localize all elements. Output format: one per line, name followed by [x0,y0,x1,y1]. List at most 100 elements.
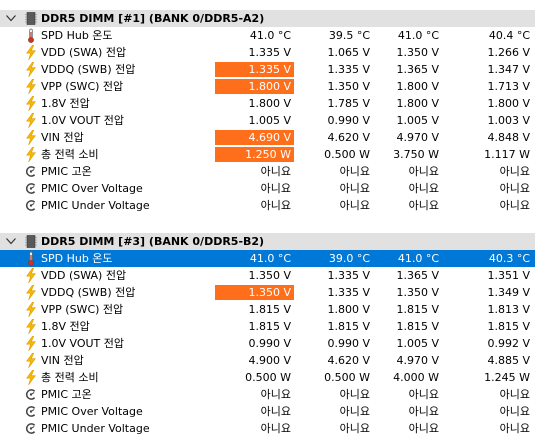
sensor-label: PMIC Over Voltage [41,182,143,195]
current-value: 아니요 [260,405,291,418]
thermometer-icon [25,28,37,43]
lightning-icon [25,301,37,318]
max-value: 1.350 V [396,46,439,59]
average-value: 4.848 V [487,131,530,144]
min-value: 아니요 [339,405,370,418]
current-value: 0.990 V [248,337,291,350]
sensor-row[interactable]: VDD (SWA) 전압 1.335 V 1.065 V 1.350 V 1.266 V [0,44,535,61]
max-value: 아니요 [408,388,439,401]
dimm-group-1: DDR5 DIMM [#1] (BANK 0/DDR5-A2) SPD Hub 온… [0,10,535,214]
current-value: 1.800 V [215,79,294,94]
max-value: 1.815 V [396,320,439,333]
lightning-icon [25,61,37,78]
average-value: 1.117 W [484,148,530,161]
sensor-label: PMIC Under Voltage [41,422,150,435]
chevron-down-icon[interactable] [5,12,17,24]
max-value: 4.970 V [396,131,439,144]
current-value: 아니요 [260,182,291,195]
min-value: 0.500 W [324,148,370,161]
min-value: 1.800 V [327,303,370,316]
current-value: 41.0 °C [249,29,291,42]
max-value: 아니요 [408,199,439,212]
average-value: 1.813 V [487,303,530,316]
min-value: 아니요 [339,182,370,195]
group-header[interactable]: DDR5 DIMM [#1] (BANK 0/DDR5-A2) [0,10,535,27]
min-value: 1.335 V [327,286,370,299]
current-value: 1.005 V [248,114,291,127]
sensor-row[interactable]: PMIC Over Voltage 아니요 아니요 아니요 아니요 [0,180,535,197]
min-value: 1.335 V [327,63,370,76]
sensor-row[interactable]: SPD Hub 온도 41.0 °C 39.0 °C 41.0 °C 40.3 °C [0,250,535,267]
max-value: 1.800 V [396,97,439,110]
sensor-row[interactable]: 1.0V VOUT 전압 1.005 V 0.990 V 1.005 V 1.003 V [0,112,535,129]
min-value: 4.620 V [327,354,370,367]
status-icon [25,387,37,402]
min-value: 39.0 °C [328,252,370,265]
memory-chip-icon [25,235,37,248]
current-value: 아니요 [260,388,291,401]
dimm-group-2: DDR5 DIMM [#3] (BANK 0/DDR5-B2) SPD Hub 온… [0,233,535,437]
min-value: 1.350 V [327,80,370,93]
average-value: 40.4 °C [488,29,530,42]
max-value: 4.970 V [396,354,439,367]
sensor-row[interactable]: 1.8V 전압 1.800 V 1.785 V 1.800 V 1.800 V [0,95,535,112]
sensor-row[interactable]: 1.0V VOUT 전압 0.990 V 0.990 V 1.005 V 0.992 V [0,335,535,352]
status-icon [25,181,37,196]
max-value: 1.800 V [396,80,439,93]
sensor-label: SPD Hub 온도 [41,29,113,42]
group-title: DDR5 DIMM [#3] (BANK 0/DDR5-B2) [41,235,265,248]
memory-chip-icon [25,12,37,25]
sensor-row[interactable]: VDDQ (SWB) 전압 1.335 V 1.335 V 1.365 V 1.347 … [0,61,535,78]
status-icon [25,198,37,213]
min-value: 아니요 [339,422,370,435]
average-value: 40.3 °C [488,252,530,265]
group-header[interactable]: DDR5 DIMM [#3] (BANK 0/DDR5-B2) [0,233,535,250]
sensor-row[interactable]: VDD (SWA) 전압 1.350 V 1.335 V 1.365 V 1.351 V [0,267,535,284]
sensor-label: PMIC 고온 [41,165,92,178]
min-value: 아니요 [339,165,370,178]
sensor-label: 1.0V VOUT 전압 [41,337,125,350]
sensor-label: VDDQ (SWB) 전압 [41,286,136,299]
status-icon [25,421,37,436]
sensor-row[interactable]: VPP (SWC) 전압 1.815 V 1.800 V 1.815 V 1.813 V [0,301,535,318]
status-icon [25,404,37,419]
current-value: 1.815 V [248,320,291,333]
sensor-row[interactable]: VDDQ (SWB) 전압 1.350 V 1.335 V 1.350 V 1.349 … [0,284,535,301]
sensor-row[interactable]: 1.8V 전압 1.815 V 1.815 V 1.815 V 1.815 V [0,318,535,335]
sensor-label: VIN 전압 [41,354,84,367]
lightning-icon [25,267,37,284]
average-value: 1.351 V [487,269,530,282]
sensor-row[interactable]: PMIC Over Voltage 아니요 아니요 아니요 아니요 [0,403,535,420]
sensor-row[interactable]: PMIC Under Voltage 아니요 아니요 아니요 아니요 [0,420,535,437]
sensor-label: 총 전력 소비 [41,148,99,161]
chevron-down-icon[interactable] [5,235,17,247]
average-value: 아니요 [499,165,530,178]
max-value: 아니요 [408,165,439,178]
max-value: 1.005 V [396,337,439,350]
max-value: 아니요 [408,422,439,435]
current-value: 0.500 W [245,371,291,384]
lightning-icon [25,112,37,129]
sensor-row[interactable]: 총 전력 소비 1.250 W 0.500 W 3.750 W 1.117 W [0,146,535,163]
sensor-row[interactable]: VPP (SWC) 전압 1.800 V 1.350 V 1.800 V 1.713 V [0,78,535,95]
sensor-row[interactable]: VIN 전압 4.900 V 4.620 V 4.970 V 4.885 V [0,352,535,369]
lightning-icon [25,44,37,61]
current-value: 아니요 [260,199,291,212]
min-value: 1.815 V [327,320,370,333]
max-value: 4.000 W [393,371,439,384]
sensor-label: VPP (SWC) 전압 [41,303,124,316]
min-value: 1.065 V [327,46,370,59]
sensor-row[interactable]: SPD Hub 온도 41.0 °C 39.5 °C 41.0 °C 40.4 °C [0,27,535,44]
average-value: 아니요 [499,422,530,435]
sensor-row[interactable]: 총 전력 소비 0.500 W 0.500 W 4.000 W 1.245 W [0,369,535,386]
min-value: 아니요 [339,388,370,401]
sensor-label: VDD (SWA) 전압 [41,269,127,282]
sensor-row[interactable]: PMIC Under Voltage 아니요 아니요 아니요 아니요 [0,197,535,214]
average-value: 1.713 V [487,80,530,93]
sensor-row[interactable]: PMIC 고온 아니요 아니요 아니요 아니요 [0,163,535,180]
sensor-label: 1.0V VOUT 전압 [41,114,125,127]
sensor-row[interactable]: VIN 전압 4.690 V 4.620 V 4.970 V 4.848 V [0,129,535,146]
max-value: 41.0 °C [397,252,439,265]
sensor-row[interactable]: PMIC 고온 아니요 아니요 아니요 아니요 [0,386,535,403]
lightning-icon [25,95,37,112]
